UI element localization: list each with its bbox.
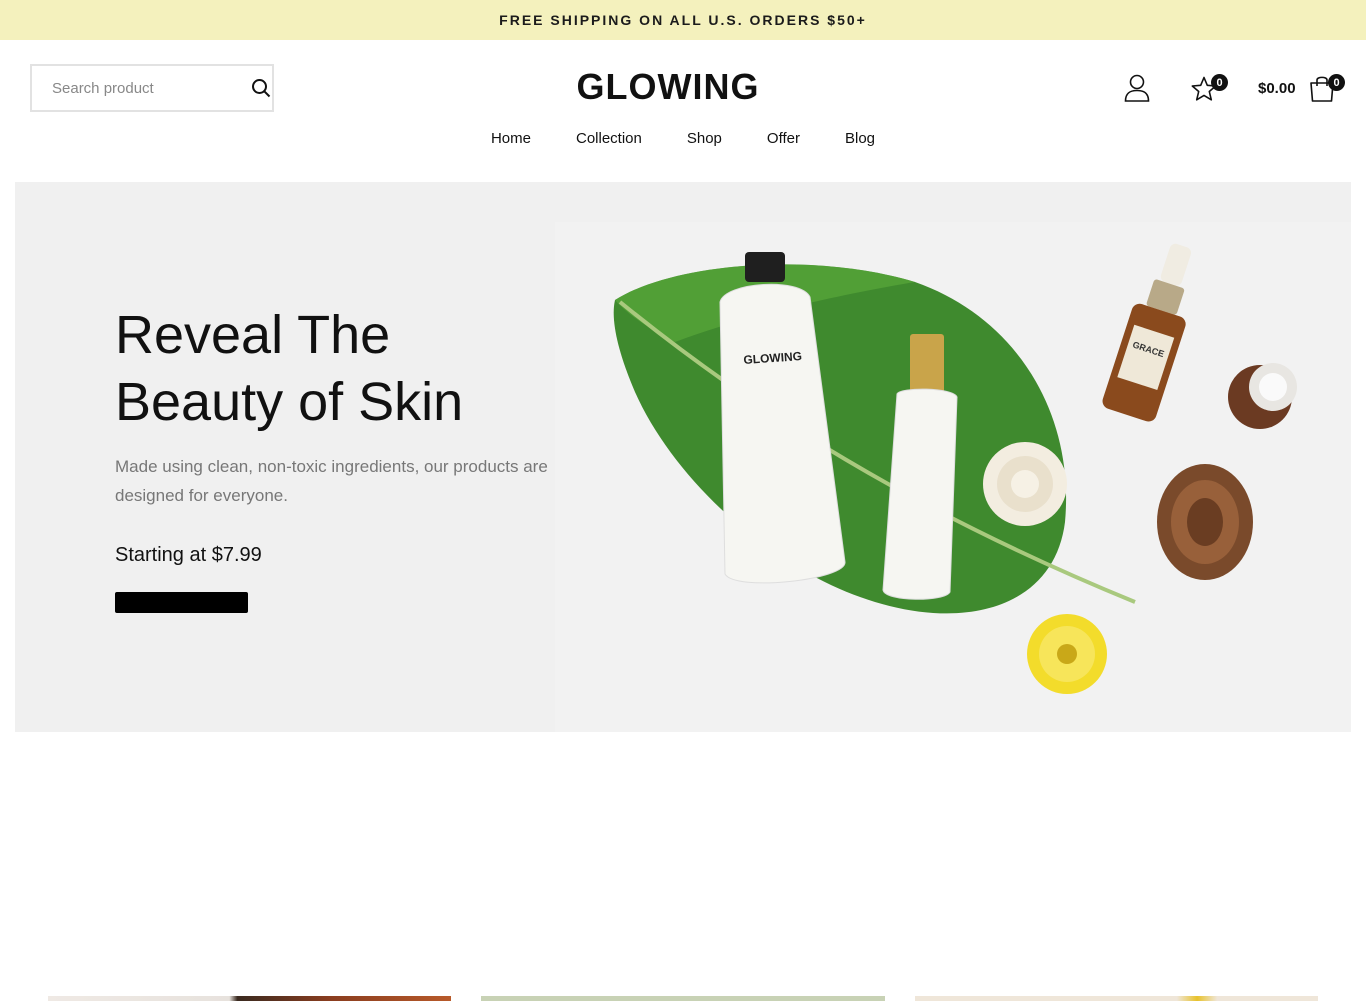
dried-flower-image (983, 442, 1067, 526)
search-icon[interactable] (251, 76, 271, 100)
brand-logo[interactable]: GLOWING (483, 66, 853, 108)
main-nav: Home Collection Shop Offer Blog (0, 130, 1366, 147)
nav-item-home[interactable]: Home (491, 130, 531, 147)
hero-title: Reveal The Beauty of Skin (115, 302, 615, 436)
user-icon (1124, 74, 1150, 102)
yellow-flower-image (1027, 614, 1107, 694)
hero-price-text: Starting at $7.99 (115, 544, 262, 566)
cart-total[interactable]: $0.00 (1258, 80, 1296, 97)
hero-cta-button[interactable] (115, 592, 248, 613)
collection-card-1[interactable] (48, 996, 451, 1001)
nav-item-collection[interactable]: Collection (576, 130, 642, 147)
hero-title-line-2: Beauty of Skin (115, 372, 464, 432)
nav-item-offer[interactable]: Offer (767, 130, 800, 147)
hero-product-image: GLOWING GRACE (555, 222, 1351, 732)
nav-item-shop[interactable]: Shop (687, 130, 722, 147)
announcement-bar: FREE SHIPPING ON ALL U.S. ORDERS $50+ (0, 0, 1366, 40)
wishlist-count-badge: 0 (1211, 74, 1228, 91)
hero-title-line-1: Reveal The (115, 305, 391, 365)
hero-banner: Reveal The Beauty of Skin Made using cle… (15, 182, 1351, 732)
search-input[interactable] (32, 68, 251, 108)
nav-item-blog[interactable]: Blog (845, 130, 875, 147)
product-card-row (0, 996, 1366, 1001)
announcement-text: FREE SHIPPING ON ALL U.S. ORDERS $50+ (499, 12, 867, 28)
account-button[interactable] (1122, 72, 1152, 104)
collection-card-2[interactable] (481, 996, 885, 1001)
cart-count-badge: 0 (1328, 74, 1345, 91)
search-box[interactable] (30, 64, 274, 112)
pine-cone-image (1157, 464, 1253, 580)
hero-subtitle: Made using clean, non-toxic ingredients,… (115, 457, 548, 505)
collection-card-3[interactable] (915, 996, 1318, 1001)
